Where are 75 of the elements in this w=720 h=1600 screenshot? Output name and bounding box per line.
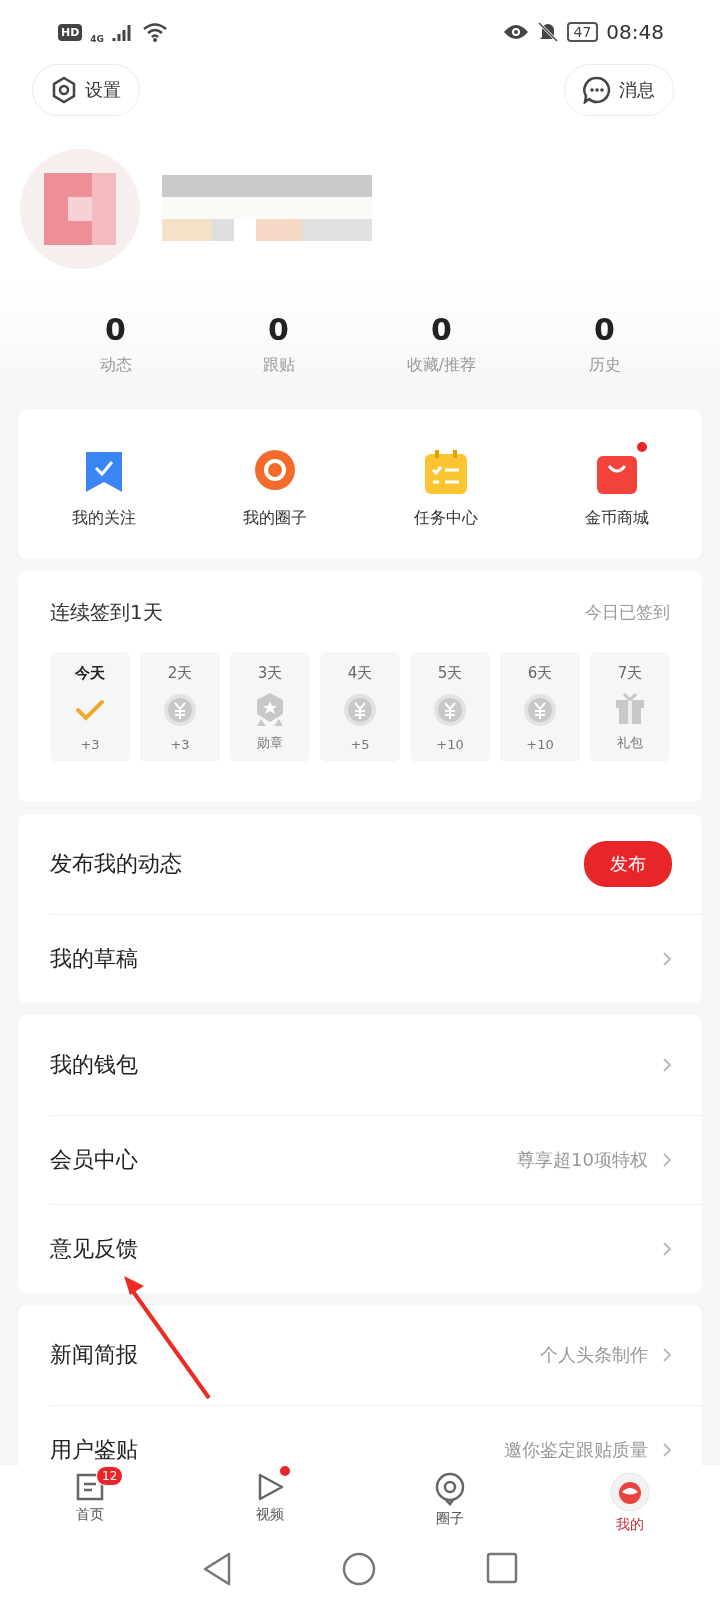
network-label: 4G <box>90 34 104 44</box>
recents-icon[interactable] <box>486 1552 518 1584</box>
stat-count: 0 <box>105 312 126 347</box>
hd-badge: HD <box>58 23 83 41</box>
reward-label: +3 <box>170 737 190 752</box>
shortcut-label[interactable]: 任务中心 <box>413 508 478 529</box>
stat-count: 0 <box>268 312 289 347</box>
eye-icon <box>502 23 529 41</box>
menu-label[interactable]: 用户鉴贴 <box>50 1435 138 1465</box>
shortcut-label[interactable]: 我的关注 <box>71 508 136 529</box>
chat-bubble-icon <box>583 76 611 104</box>
coin-icon <box>343 693 377 727</box>
publish-button[interactable]: 发布 <box>584 841 672 887</box>
menu-label[interactable]: 新闻简报 <box>50 1340 138 1370</box>
menu-label[interactable]: 我的钱包 <box>50 1050 138 1080</box>
battery-indicator: 47 <box>566 22 599 42</box>
stat-label: 历史 <box>588 355 621 376</box>
signal-icon <box>112 22 134 42</box>
coin-icon <box>163 693 197 727</box>
reward-label: +10 <box>526 737 554 752</box>
chevron-right-icon <box>662 1152 672 1168</box>
chevron-right-icon <box>662 1442 672 1458</box>
shortcut-label[interactable]: 金币商城 <box>584 508 649 529</box>
settings-button[interactable]: 设置 <box>32 64 140 116</box>
menu-label[interactable]: 我的草稿 <box>50 944 138 974</box>
message-button[interactable]: 消息 <box>564 64 674 116</box>
shortcut-label[interactable]: 我的圈子 <box>242 508 307 529</box>
day-label: 4天 <box>347 664 373 683</box>
menu-label[interactable]: 会员中心 <box>50 1145 138 1175</box>
chevron-right-icon <box>662 1057 672 1073</box>
chat-bubble-icon <box>434 1472 466 1506</box>
nav-tab[interactable]: 视频 <box>180 1466 360 1542</box>
reward-label: 勋章 <box>257 734 283 752</box>
nav-tab[interactable]: 12 首页 <box>0 1466 180 1542</box>
reward-label: 礼包 <box>617 734 643 752</box>
reward-label: +5 <box>350 737 370 752</box>
checkmark-icon <box>75 698 105 722</box>
stat-label: 动态 <box>99 355 132 376</box>
stat-label: 跟贴 <box>262 355 295 376</box>
nav-tab[interactable]: 圈子 <box>360 1466 540 1542</box>
clock-time: 08:48 <box>606 20 664 44</box>
day-label: 2天 <box>167 664 193 683</box>
day-label: 5天 <box>437 664 463 683</box>
chevron-right-icon <box>662 1347 672 1363</box>
stat-count: 0 <box>594 312 615 347</box>
checklist-icon <box>422 448 469 496</box>
reward-label: +3 <box>80 737 100 752</box>
bell-off-icon <box>536 21 559 43</box>
menu-label[interactable]: 发布我的动态 <box>50 849 182 879</box>
coin-icon <box>433 693 467 727</box>
coin-icon <box>523 693 557 727</box>
settings-icon <box>51 76 77 104</box>
menu-hint: 尊享超10项特权 <box>517 1148 648 1172</box>
day-label: 7天 <box>617 664 643 683</box>
avatar-icon <box>610 1472 650 1512</box>
home-icon[interactable] <box>342 1552 376 1586</box>
stat-count: 0 <box>431 312 452 347</box>
menu-label[interactable]: 意见反馈 <box>50 1234 138 1264</box>
chevron-right-icon <box>662 951 672 967</box>
day-label: 今天 <box>75 664 105 683</box>
menu-hint: 邀你鉴定跟贴质量 <box>504 1438 648 1462</box>
day-label: 3天 <box>257 664 283 683</box>
chevron-right-icon <box>662 1241 672 1257</box>
news-icon <box>75 1472 105 1502</box>
nav-tab[interactable]: 我的 <box>540 1466 720 1542</box>
checkin-title: 连续签到1天 <box>50 599 163 626</box>
wifi-icon <box>142 22 168 42</box>
gift-icon <box>613 691 647 726</box>
checkin-status: 今日已签到 <box>585 601 670 624</box>
reward-label: +10 <box>436 737 464 752</box>
day-label: 6天 <box>527 664 553 683</box>
stat-label: 收藏/推荐 <box>406 355 477 376</box>
count-badge: 12 <box>96 1466 124 1486</box>
menu-hint: 个人头条制作 <box>540 1343 648 1367</box>
back-icon[interactable] <box>202 1552 232 1586</box>
